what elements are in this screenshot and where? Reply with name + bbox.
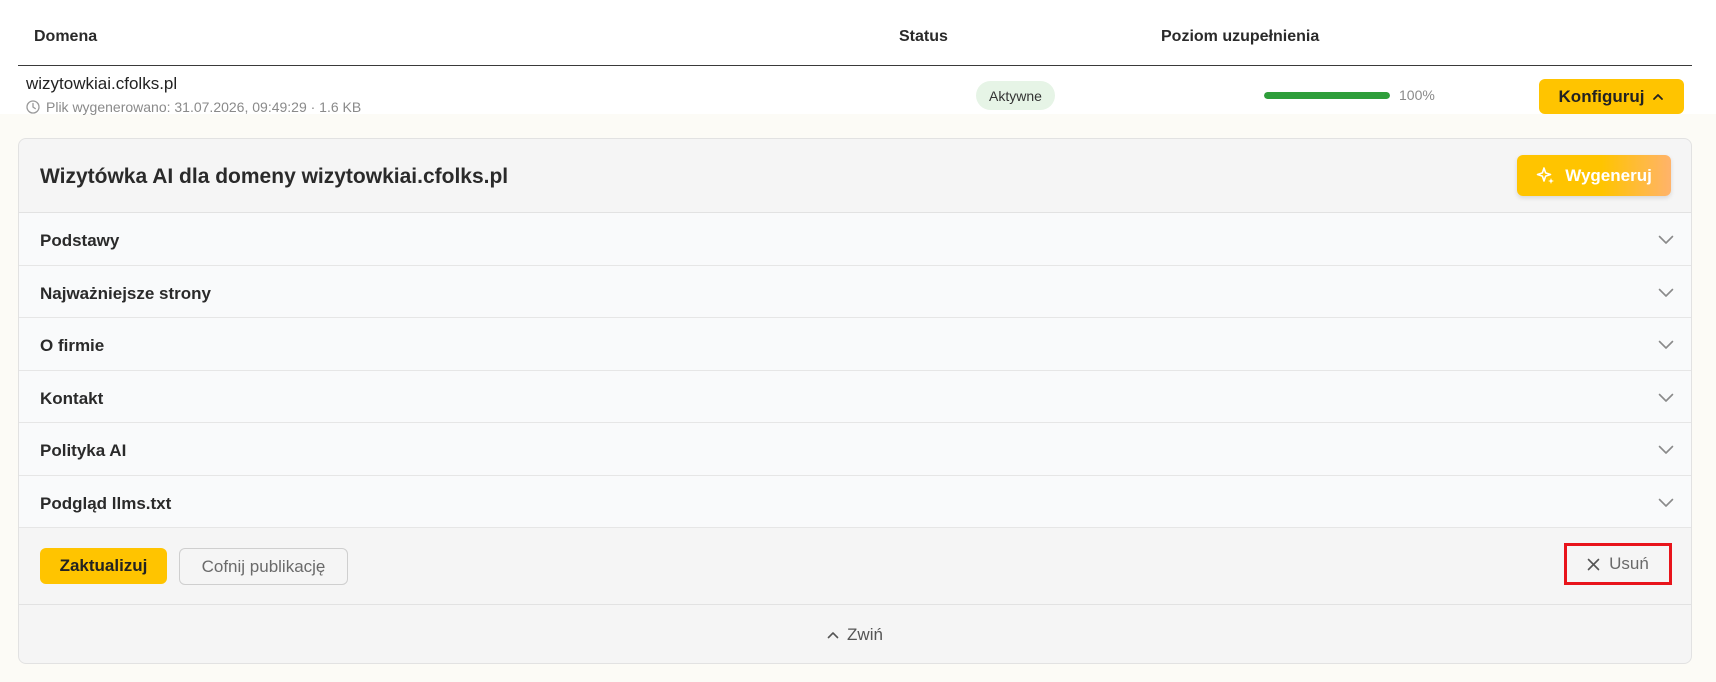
section-label: Kontakt bbox=[40, 388, 104, 408]
file-info: Plik wygenerowano: 31.07.2026, 09:49:29 … bbox=[26, 99, 361, 115]
configure-button-label: Konfiguruj bbox=[1558, 86, 1645, 106]
chevron-up-icon bbox=[1653, 93, 1664, 100]
progress-bar-fill bbox=[1264, 92, 1390, 99]
chevron-up-icon bbox=[827, 632, 839, 639]
chevron-down-icon bbox=[1658, 498, 1674, 507]
collapse-button[interactable]: Zwiń bbox=[19, 605, 1691, 663]
section-list: Podstawy Najważniejsze strony O firmie K… bbox=[19, 213, 1691, 528]
chevron-down-icon bbox=[1658, 393, 1674, 402]
generate-button-label: Wygeneruj bbox=[1565, 165, 1652, 185]
update-button[interactable]: Zaktualizuj bbox=[40, 548, 167, 584]
section-najwazniejsze-strony[interactable]: Najważniejsze strony bbox=[19, 265, 1691, 318]
status-badge: Aktywne bbox=[976, 81, 1055, 110]
domain-name: wizytowkiai.cfolks.pl bbox=[26, 74, 178, 93]
collapse-label: Zwiń bbox=[847, 625, 883, 644]
section-label: Podstawy bbox=[40, 231, 120, 250]
section-label: Podgląd llms.txt bbox=[40, 493, 172, 513]
panel-title: Wizytówka AI dla domeny wizytowkiai.cfol… bbox=[40, 165, 509, 188]
configure-button[interactable]: Konfiguruj bbox=[1539, 79, 1684, 114]
close-icon bbox=[1587, 558, 1600, 570]
clock-icon bbox=[26, 100, 40, 114]
progress-percent: 100% bbox=[1399, 87, 1435, 103]
chevron-down-icon bbox=[1658, 340, 1674, 349]
chevron-down-icon bbox=[1658, 445, 1674, 454]
delete-button[interactable]: Usuń bbox=[1564, 543, 1672, 585]
column-header-fill-level: Poziom uzupełnienia bbox=[1161, 28, 1320, 45]
panel-actions: Zaktualizuj Cofnij publikację Usuń bbox=[19, 528, 1691, 605]
ai-card-panel: Wizytówka AI dla domeny wizytowkiai.cfol… bbox=[18, 138, 1692, 664]
sparkle-icon bbox=[1536, 166, 1555, 184]
section-label: Polityka AI bbox=[40, 441, 127, 460]
delete-button-label: Usuń bbox=[1609, 554, 1649, 573]
section-label: Najważniejsze strony bbox=[40, 283, 212, 303]
section-kontakt[interactable]: Kontakt bbox=[19, 370, 1691, 423]
section-o-firmie[interactable]: O firmie bbox=[19, 318, 1691, 371]
column-header-domain: Domena bbox=[34, 28, 98, 45]
progress-bar bbox=[1264, 92, 1390, 99]
table-row: wizytowkiai.cfolks.pl Plik wygenerowano:… bbox=[18, 66, 1692, 115]
column-header-status: Status bbox=[899, 28, 948, 45]
section-podglad-llms[interactable]: Podgląd llms.txt bbox=[19, 475, 1691, 528]
file-info-text: Plik wygenerowano: 31.07.2026, 09:49:29 … bbox=[46, 99, 362, 115]
section-polityka-ai[interactable]: Polityka AI bbox=[19, 423, 1691, 476]
chevron-down-icon bbox=[1658, 288, 1674, 297]
generate-button[interactable]: Wygeneruj bbox=[1517, 155, 1671, 196]
domain-table: Domena Status Poziom uzupełnienia wizyto… bbox=[0, 0, 1716, 115]
unpublish-button[interactable]: Cofnij publikację bbox=[179, 548, 348, 585]
panel-header: Wizytówka AI dla domeny wizytowkiai.cfol… bbox=[19, 139, 1691, 213]
chevron-down-icon bbox=[1658, 235, 1674, 244]
table-header: Domena Status Poziom uzupełnienia bbox=[18, 0, 1692, 66]
section-label: O firmie bbox=[40, 336, 105, 355]
section-podstawy[interactable]: Podstawy bbox=[19, 213, 1691, 266]
